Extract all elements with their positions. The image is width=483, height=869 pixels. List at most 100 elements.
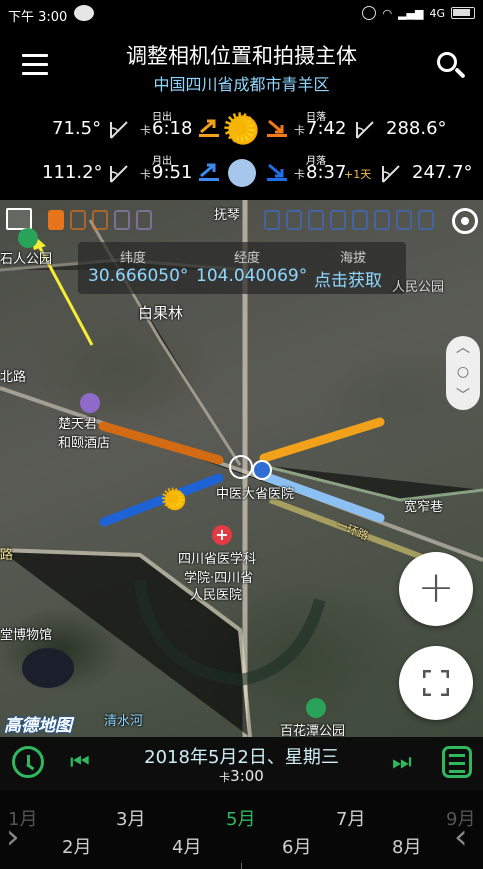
time-chip[interactable] <box>114 210 130 230</box>
fullscreen-icon <box>423 670 449 696</box>
month-item[interactable]: 4月 <box>172 833 201 859</box>
time-chip[interactable] <box>264 210 280 230</box>
azimuth-icon <box>356 121 374 139</box>
search-button[interactable] <box>437 52 467 82</box>
map-layer-toggle[interactable] <box>6 208 32 230</box>
month-item[interactable]: 8月 <box>392 833 421 859</box>
map-label: 人民公园 <box>392 280 445 295</box>
time-icon: 卡 <box>140 168 151 181</box>
scroll-right-icon[interactable]: ‹ <box>454 817 468 857</box>
map-view[interactable]: 抚琴 石人公园 纬度 经度 海拔 30.666050° 104.040069° … <box>0 200 483 737</box>
sunrise-time: 6:18 <box>152 118 193 139</box>
status-time: 下午 3:00 <box>8 10 68 25</box>
map-label: 堂博物馆 <box>0 628 53 643</box>
month-item[interactable]: 2月 <box>62 833 91 859</box>
moon-icon <box>228 159 256 187</box>
amap-logo: 高德地图 <box>4 716 72 736</box>
park-icon <box>306 698 326 718</box>
fullscreen-button[interactable] <box>399 646 473 720</box>
page-title: 调整相机位置和拍摄主体 <box>126 44 357 68</box>
moonrise-time: 9:51 <box>152 162 193 183</box>
moonset-time: 8:37 <box>306 162 347 183</box>
sunset-icon <box>267 119 287 137</box>
zoom-dot-icon: ○ <box>456 364 470 380</box>
signal-icon: ▂▄▆ <box>398 6 424 20</box>
map-label: 清水河 <box>104 714 144 729</box>
timeline-marker <box>241 863 242 869</box>
park-icon <box>18 228 38 248</box>
month-item[interactable]: 7月 <box>336 805 365 831</box>
time-chip[interactable] <box>92 210 108 230</box>
current-time-value: 3:00 <box>230 767 264 785</box>
sun-position-icon <box>160 482 187 516</box>
map-label: 抚琴 <box>214 208 241 223</box>
time-chip-current[interactable] <box>48 210 64 230</box>
header: 调整相机位置和拍摄主体 中国四川省成都市青羊区 71.5° 日出 卡 6:18 … <box>0 28 483 200</box>
time-chip[interactable] <box>330 210 346 230</box>
time-chip[interactable] <box>374 210 390 230</box>
scroll-left-icon[interactable]: › <box>6 817 20 857</box>
get-altitude-button[interactable]: 点击获取 <box>314 266 382 291</box>
map-label: 楚天君 <box>58 417 98 432</box>
lat-header: 纬度 <box>120 251 147 266</box>
time-chip[interactable] <box>286 210 302 230</box>
time-chip[interactable] <box>308 210 324 230</box>
wechat-icon <box>74 5 94 21</box>
alt-header: 海拔 <box>340 251 367 266</box>
moon-set-azimuth: 247.7° <box>412 162 473 183</box>
time-chip[interactable] <box>418 210 434 230</box>
chevron-down-icon[interactable]: ﹀ <box>446 384 480 408</box>
zoom-control[interactable]: ︿ ○ ﹀ <box>446 336 480 410</box>
locate-button[interactable] <box>452 208 478 234</box>
map-label: 百花潭公园 <box>280 724 346 737</box>
time-chip[interactable] <box>136 210 152 230</box>
alarm-icon <box>362 6 377 20</box>
map-label: 白果林 <box>138 304 184 322</box>
map-label: 四川省医学科 <box>178 552 257 567</box>
sun-icon <box>222 104 260 153</box>
month-item-selected[interactable]: 5月 <box>226 805 255 831</box>
time-icon: 卡 <box>140 124 151 137</box>
lat-value: 30.666050° <box>88 266 189 286</box>
skip-forward-icon[interactable]: ⏭ <box>392 750 416 776</box>
sunset-time: 7:42 <box>306 118 347 139</box>
time-chip[interactable] <box>70 210 86 230</box>
map-label: 和颐酒店 <box>58 436 111 451</box>
time-chip[interactable] <box>352 210 368 230</box>
add-button[interactable]: + <box>399 552 473 626</box>
azimuth-icon <box>110 165 128 183</box>
month-item[interactable]: 6月 <box>282 833 311 859</box>
sun-info-row: 71.5° 日出 卡 6:18 日落 卡 7:42 288.6° <box>0 104 483 153</box>
sun-set-azimuth: 288.6° <box>386 118 447 139</box>
hospital-icon: + <box>212 525 232 545</box>
moonrise-icon <box>199 163 219 181</box>
network-label: 4G <box>429 6 445 20</box>
time-icon: 卡 <box>294 124 305 137</box>
time-chip[interactable] <box>396 210 412 230</box>
hotel-icon <box>80 393 100 413</box>
map-label: 中医大省医院 <box>216 487 295 502</box>
azimuth-icon <box>382 165 400 183</box>
map-label: 路 <box>0 548 14 563</box>
sun-rise-azimuth: 71.5° <box>52 118 102 139</box>
month-item[interactable]: 3月 <box>116 805 145 831</box>
map-label: 石人公园 <box>0 252 53 267</box>
moonset-icon <box>267 163 287 181</box>
status-icons: ◠ ▂▄▆ 4G <box>362 6 475 20</box>
map-label: 宽窄巷 <box>404 500 444 515</box>
sunrise-icon <box>199 119 219 137</box>
azimuth-icon <box>110 121 128 139</box>
wifi-icon: ◠ <box>382 6 393 20</box>
map-label: 北路 <box>0 370 27 385</box>
status-bar: 下午 3:00 ◠ ▂▄▆ 4G <box>0 0 483 28</box>
battery-icon <box>451 7 475 19</box>
date-bar: ⏮ 2018年5月2日、星期三 卡3:00 ⏭ <box>0 737 483 790</box>
time-icon: 卡 <box>294 168 305 181</box>
location-subtitle: 中国四川省成都市青羊区 <box>153 75 330 94</box>
time-icon: 卡 <box>219 771 231 784</box>
moon-rise-azimuth: 111.2° <box>42 162 103 183</box>
hospital-icon <box>252 460 272 480</box>
chevron-up-icon[interactable]: ︿ <box>446 336 480 360</box>
calendar-icon[interactable] <box>442 746 472 778</box>
lng-header: 经度 <box>234 251 261 266</box>
